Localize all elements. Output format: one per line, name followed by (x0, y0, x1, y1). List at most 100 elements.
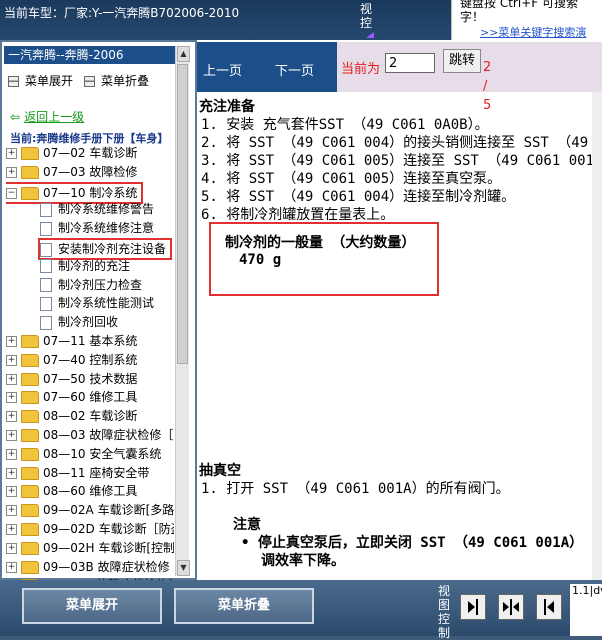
expand-node-icon[interactable]: + (6, 148, 17, 159)
view-control[interactable]: 视控 (360, 2, 382, 38)
tree-item-folder[interactable]: +08—10 安全气囊系统 (6, 445, 161, 463)
expand-node-icon[interactable]: + (6, 467, 17, 479)
folder-icon (21, 186, 39, 200)
tree-item-folder[interactable]: +07—50 技术数据 (6, 370, 137, 388)
folder-icon (21, 335, 39, 348)
expand-node-icon[interactable]: + (6, 542, 17, 554)
document-icon (40, 259, 52, 274)
expand-node-icon[interactable]: + (6, 373, 17, 385)
menu-keyword-search-link[interactable]: >>菜单关键字搜索演 (480, 24, 586, 40)
tree-item-folder[interactable]: +07—03 故障检修 (6, 163, 137, 181)
prev-page-button[interactable]: 上一页 (203, 60, 242, 79)
expand-node-icon[interactable]: + (6, 486, 17, 498)
tree-item-label: 07—02 车载诊断 (43, 146, 138, 160)
document-icon (40, 242, 52, 257)
expand-node-icon[interactable]: + (6, 448, 17, 460)
expand-node-icon[interactable]: + (6, 336, 17, 347)
sidebar-scrollbar[interactable]: ▲ ▼ (175, 46, 190, 576)
tree-item-folder[interactable]: +07—02 车载诊断 (6, 144, 137, 162)
document-body: 充注准备 1. 安装 充气套件SST （49 C061 0A0B）。 2. 将 … (197, 92, 602, 580)
note-title: 注意 (233, 517, 261, 533)
document-icon (40, 278, 52, 293)
section-heading: 充注准备 (199, 99, 255, 115)
tree-item-folder[interactable]: +07—40 控制系统 (6, 351, 137, 369)
step-line: 4. 将 SST （49 C061 005）连接至真空泵。 (201, 171, 502, 187)
expand-icon (8, 76, 19, 87)
expand-node-icon[interactable]: + (6, 392, 17, 404)
tree-item-label: 制冷剂的充注 (58, 258, 131, 273)
triangle-icon (366, 32, 374, 38)
tree-item-label: 08—60 维修工具 (43, 484, 138, 499)
expand-menu-button[interactable]: 菜单展开 (8, 72, 73, 89)
tree-item-label: 制冷系统性能测试 (58, 296, 155, 311)
back-link[interactable]: ⇦ 返回上一级 (10, 108, 84, 125)
view-control-label: 视控 (360, 2, 373, 30)
section-heading: 抽真空 (199, 463, 241, 479)
tree-item-page[interactable]: 制冷剂压力检查 (40, 276, 142, 294)
collapse-menu-bottom-button[interactable]: 菜单折叠 (174, 588, 314, 624)
folder-icon (21, 541, 39, 555)
tree-item-page[interactable]: 制冷系统维修注意 (40, 219, 154, 237)
show-right-pane-icon[interactable] (460, 594, 486, 620)
content-pane: 上一页 下一页 当前为 跳转 2 / 5 充注准备 1. 安装 充气套件SST … (197, 40, 602, 580)
document-scrollbar[interactable] (592, 92, 602, 580)
scroll-down-icon[interactable]: ▼ (177, 560, 190, 576)
tree-item-label: 08—11 座椅安全带 (43, 465, 150, 480)
tree-item-folder[interactable]: +08—11 座椅安全带 (6, 464, 149, 482)
tree-item-folder[interactable]: +09—02H 车载诊断[控制 (6, 539, 174, 557)
tree-item-label: 09—02D 车载诊断［防盗 (43, 522, 174, 536)
expand-node-icon[interactable]: + (6, 166, 17, 178)
sidebar-toolbar: 菜单展开 菜单折叠 (8, 72, 178, 88)
page-number-input[interactable] (385, 53, 435, 73)
expand-node-icon[interactable]: + (6, 411, 17, 423)
expand-node-icon[interactable]: + (6, 354, 17, 366)
title-bar: 当前车型：厂家:Y-一汽奔腾B702006-2010 视控 键盘按 Ctrl+F… (0, 0, 602, 40)
document-icon (40, 221, 52, 236)
tree-item-label: 09—02H 车载诊断[控制 (43, 540, 174, 555)
tree-item-label: 07—11 基本系统 (43, 334, 138, 348)
step-line: 2. 将 SST （49 C061 004）的接头销侧连接至 SST （49 (201, 135, 589, 151)
folder-icon (21, 353, 39, 367)
tree-item-folder[interactable]: +07—60 维修工具 (6, 388, 137, 406)
next-page-button[interactable]: 下一页 (275, 60, 314, 79)
jump-button[interactable]: 跳转 (443, 49, 481, 73)
scroll-up-icon[interactable]: ▲ (177, 46, 190, 62)
tree-item-label: 07—03 故障检修 (43, 164, 138, 179)
collapse-menu-button[interactable]: 菜单折叠 (84, 72, 149, 89)
folder-icon (21, 410, 39, 424)
expand-node-icon[interactable]: + (6, 561, 17, 573)
tree-item-folder[interactable]: +08—02 车载诊断 (6, 407, 137, 425)
tree-item-page[interactable]: 制冷剂的充注 (40, 257, 130, 275)
show-left-pane-icon[interactable] (536, 594, 562, 620)
tree-item-page[interactable]: 制冷系统性能测试 (40, 294, 154, 312)
tree-item-folder[interactable]: +08—03 故障症状检修［安 (6, 426, 174, 444)
tree-item-folder[interactable]: +08—60 维修工具 (6, 482, 137, 500)
tree-item-folder[interactable]: +09—02A 车载诊断[多路 (6, 501, 174, 519)
folder-icon (21, 523, 39, 536)
tree-item-folder[interactable]: +09—03B 故障症状检修 (6, 558, 170, 576)
folder-icon (21, 372, 39, 386)
document-icon (40, 296, 52, 311)
current-page-label: 当前为 (341, 62, 381, 77)
refrigerant-amount-box: 制冷剂的一般量 （大约数量） 470 g (209, 222, 439, 296)
tree-item-folder[interactable]: +07—11 基本系统 (6, 332, 137, 350)
tree-item-label: 09—03B 故障症状检修 (43, 559, 170, 574)
expand-node-icon[interactable]: + (6, 430, 17, 441)
expand-node-icon[interactable]: + (6, 524, 17, 535)
expand-node-icon[interactable]: + (6, 505, 17, 517)
menu-tree: +07—02 车载诊断 +07—03 故障检修 −07—10 制冷系统 制冷系统维修警… (6, 144, 174, 614)
split-view-icon[interactable] (498, 594, 524, 620)
tree-item-label: 08—02 车载诊断 (43, 409, 138, 424)
folder-icon (21, 391, 39, 405)
folder-icon (21, 504, 39, 518)
folder-icon (21, 447, 39, 461)
bottom-toolbar: 菜单展开 菜单折叠 视图控制 1.1|dv (0, 580, 602, 640)
tree-item-page[interactable]: 制冷系统维修警告 (40, 200, 154, 218)
search-hint-box: 键盘按 Ctrl+F 可搜索字！ >>菜单关键字搜索演 (451, 0, 602, 40)
tree-item-label: 08—10 安全气囊系统 (43, 446, 162, 461)
tree-item-page[interactable]: 制冷剂回收 (40, 313, 118, 331)
collapse-node-icon[interactable]: − (6, 187, 17, 199)
tree-item-folder[interactable]: +09—02D 车载诊断［防盗 (6, 520, 174, 538)
scroll-thumb[interactable] (177, 64, 188, 364)
expand-menu-bottom-button[interactable]: 菜单展开 (22, 588, 162, 624)
